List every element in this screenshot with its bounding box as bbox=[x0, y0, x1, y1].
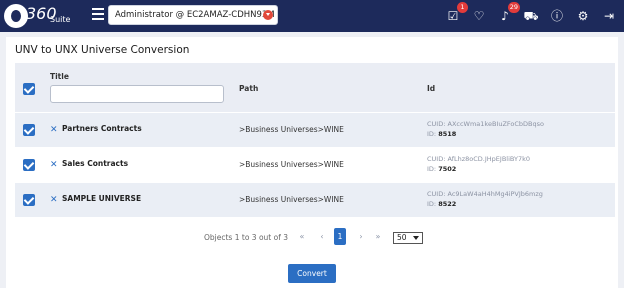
table-row[interactable]: ✕ Partners Contracts >Business Universes… bbox=[15, 112, 615, 147]
row-path: >Business Universes>WINE bbox=[239, 125, 344, 134]
row-title: Sales Contracts bbox=[62, 159, 129, 168]
chevron-down-icon bbox=[263, 10, 273, 20]
pagination: Objects 1 to 3 out of 3 « ‹ 1 › » 50 bbox=[6, 227, 618, 247]
first-page-button[interactable]: « bbox=[296, 230, 308, 244]
app-logo[interactable]: 360 Suite bbox=[2, 2, 82, 30]
universe-table: Title Path Id ✕ Partners Contracts >Busi… bbox=[15, 63, 615, 217]
row-title: Partners Contracts bbox=[62, 124, 142, 133]
last-page-button[interactable]: » bbox=[372, 230, 384, 244]
column-title-header: Title bbox=[50, 72, 69, 81]
select-all-checkbox[interactable] bbox=[23, 83, 35, 95]
cuid-value: AXccWma1keBIuZFoCbDBqso bbox=[447, 120, 545, 128]
universe-icon: ✕ bbox=[50, 125, 58, 135]
table-row[interactable]: ✕ SAMPLE UNIVERSE >Business Universes>WI… bbox=[15, 182, 615, 217]
main-card: UNV to UNX Universe Conversion Title Pat… bbox=[6, 37, 618, 288]
id-value: 8522 bbox=[438, 200, 457, 208]
id-label: ID: bbox=[427, 165, 437, 173]
logo-mark bbox=[4, 4, 28, 28]
id-label: ID: bbox=[427, 200, 437, 208]
cart-icon[interactable]: ⛟ bbox=[522, 7, 540, 25]
convert-button[interactable]: Convert bbox=[288, 264, 336, 283]
id-label: ID: bbox=[427, 130, 437, 138]
cuid-label: CUID: bbox=[427, 155, 446, 163]
row-id: CUID: AfLhz8oCD.JHpEJBliBY7k0 ID: 7502 bbox=[427, 154, 530, 174]
logout-icon[interactable]: ⇥ bbox=[600, 7, 618, 25]
environment-value: Administrator @ EC2AMAZ-CDHN93M bbox=[115, 10, 275, 20]
table-header: Title Path Id bbox=[15, 63, 615, 112]
task-badge: 1 bbox=[457, 2, 468, 13]
logo-suite: Suite bbox=[50, 15, 71, 24]
next-page-button[interactable]: › bbox=[355, 230, 367, 244]
page-title: UNV to UNX Universe Conversion bbox=[15, 44, 190, 56]
pagination-summary: Objects 1 to 3 out of 3 bbox=[204, 233, 288, 242]
cuid-value: AfLhz8oCD.JHpEJBliBY7k0 bbox=[447, 155, 531, 163]
row-path: >Business Universes>WINE bbox=[239, 195, 344, 204]
page-button-current[interactable]: 1 bbox=[334, 228, 346, 245]
table-row[interactable]: ✕ Sales Contracts >Business Universes>WI… bbox=[15, 147, 615, 182]
bell-icon[interactable]: ♪ 29 bbox=[496, 2, 520, 25]
row-path: >Business Universes>WINE bbox=[239, 160, 344, 169]
row-checkbox[interactable] bbox=[23, 159, 35, 171]
universe-icon: ✕ bbox=[50, 160, 58, 170]
environment-select[interactable]: Administrator @ EC2AMAZ-CDHN93M bbox=[108, 5, 278, 25]
row-checkbox[interactable] bbox=[23, 124, 35, 136]
universe-icon: ✕ bbox=[50, 195, 58, 205]
prev-page-button[interactable]: ‹ bbox=[316, 230, 328, 244]
row-id: CUID: AXccWma1keBIuZFoCbDBqso ID: 8518 bbox=[427, 119, 544, 139]
notification-badge: 29 bbox=[507, 2, 520, 13]
page-size-select[interactable]: 50 bbox=[393, 232, 423, 244]
column-path-header: Path bbox=[239, 84, 259, 93]
row-checkbox[interactable] bbox=[23, 194, 35, 206]
column-id-header: Id bbox=[427, 84, 436, 93]
id-value: 8518 bbox=[438, 130, 457, 138]
title-filter-input[interactable] bbox=[50, 85, 224, 103]
cuid-label: CUID: bbox=[427, 190, 446, 198]
row-title: SAMPLE UNIVERSE bbox=[62, 194, 142, 203]
cuid-value: Ac9LaW4aH4hMg4iPVJb6mzg bbox=[447, 190, 543, 198]
task-icon[interactable]: ☑ 1 bbox=[444, 2, 468, 25]
settings-icon[interactable]: ⚙ bbox=[574, 7, 592, 25]
hamburger-menu-icon[interactable] bbox=[92, 8, 104, 20]
id-value: 7502 bbox=[438, 165, 457, 173]
row-id: CUID: Ac9LaW4aH4hMg4iPVJb6mzg ID: 8522 bbox=[427, 189, 543, 209]
info-icon[interactable]: ⓘ bbox=[548, 7, 566, 25]
top-bar: 360 Suite Administrator @ EC2AMAZ-CDHN93… bbox=[0, 0, 624, 32]
cuid-label: CUID: bbox=[427, 120, 446, 128]
heart-icon[interactable]: ♡ bbox=[470, 7, 488, 25]
